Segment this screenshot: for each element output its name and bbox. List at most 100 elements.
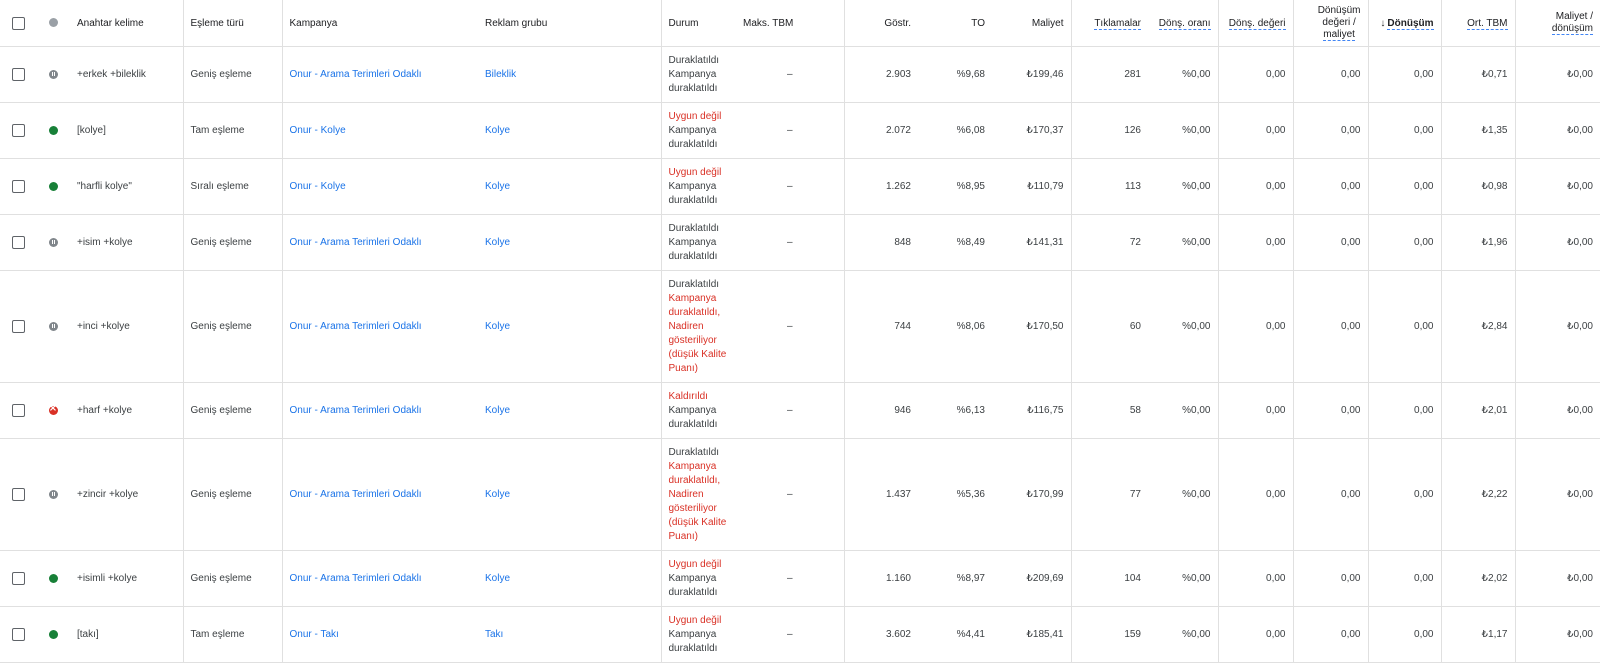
status-line: (düşük Kalite — [668, 516, 727, 528]
ctr-cell: %8,97 — [918, 550, 992, 607]
col-match-type[interactable]: Eşleme türü — [182, 0, 282, 47]
conversions-cell: 0,00 — [1367, 438, 1441, 551]
row-checkbox[interactable] — [0, 158, 36, 215]
row-checkbox[interactable] — [0, 46, 36, 103]
status-cell[interactable]: Duraklatıldı Kampanya duraklatıldı — [660, 46, 736, 103]
status-line: Kampanya — [668, 124, 717, 136]
conv-rate-cell: %0,00 — [1148, 214, 1218, 271]
col-campaign[interactable]: Kampanya — [281, 0, 478, 47]
keyword-cell[interactable]: +inci +kolye — [70, 270, 183, 383]
table-row[interactable]: +isim +kolye Geniş eşleme Onur - Arama Ter… — [0, 214, 1600, 271]
row-checkbox[interactable] — [0, 550, 36, 607]
impressions-cell: 744 — [843, 270, 918, 383]
col-avg-cpc[interactable]: Ort. TBM — [1440, 0, 1515, 47]
ad-group-link[interactable]: Kolye — [478, 158, 661, 215]
campaign-link[interactable]: Onur - Kolye — [281, 158, 478, 215]
row-checkbox[interactable] — [0, 270, 36, 383]
table-row[interactable]: +inci +kolye Geniş eşleme Onur - Arama Ter… — [0, 270, 1600, 383]
campaign-link[interactable]: Onur - Arama Terimleri Odaklı — [281, 382, 478, 439]
col-cost-per-conv[interactable]: Maliyet / dönüşüm — [1514, 0, 1600, 47]
col-conversions[interactable]: ↓ Dönüşüm — [1367, 0, 1441, 47]
status-cell[interactable]: Duraklatıldı Kampanya duraklatıldı, Nadiren… — [660, 438, 736, 551]
col-conv-value-cost[interactable]: Dönüşüm değeri / maliyet — [1292, 0, 1368, 47]
col-conv-rate[interactable]: Dönş. oranı — [1148, 0, 1218, 47]
max-cpc-cell[interactable]: – — [736, 270, 844, 383]
max-cpc-cell[interactable]: – — [736, 550, 844, 607]
campaign-link[interactable]: Onur - Arama Terimleri Odaklı — [281, 550, 478, 607]
campaign-link[interactable]: Onur - Arama Terimleri Odaklı — [281, 46, 478, 103]
campaign-link[interactable]: Onur - Arama Terimleri Odaklı — [281, 270, 478, 383]
keyword-cell[interactable]: [kolye] — [70, 102, 183, 159]
table-row[interactable]: [takı] Tam eşleme Onur - Takı Takı Uygun değ… — [0, 606, 1600, 663]
status-cell[interactable]: Uygun değil Kampanya duraklatıldı — [660, 102, 736, 159]
max-cpc-cell[interactable]: – — [736, 102, 844, 159]
col-clicks[interactable]: Tıklamalar — [1070, 0, 1148, 47]
keyword-cell[interactable]: +isimli +kolye — [70, 550, 183, 607]
row-checkbox[interactable] — [0, 102, 36, 159]
table-row[interactable]: +harf +kolyeGeniş eşlemeOnur - Arama Ter… — [0, 382, 1600, 439]
match-type-cell: Geniş eşleme — [182, 270, 282, 383]
ad-group-link[interactable]: Kolye — [478, 270, 661, 383]
campaign-link[interactable]: Onur - Takı — [281, 606, 478, 663]
col-keyword[interactable]: Anahtar kelime — [70, 0, 183, 47]
table-row[interactable]: +zincir +kolye Geniş eşleme Onur - Arama T… — [0, 438, 1600, 551]
campaign-link[interactable]: Onur - Kolye — [281, 102, 478, 159]
status-cell[interactable]: Uygun değil Kampanya duraklatıldı — [660, 158, 736, 215]
row-checkbox[interactable] — [0, 438, 36, 551]
table-row[interactable]: [kolye] Tam eşleme Onur - Kolye Kolye Uygun … — [0, 102, 1600, 159]
keyword-cell[interactable]: +isim +kolye — [70, 214, 183, 271]
cost-per-conv-cell: ₺0,00 — [1514, 46, 1600, 103]
col-ad-group[interactable]: Reklam grubu — [478, 0, 661, 47]
conv-value-cell: 0,00 — [1217, 550, 1293, 607]
campaign-link[interactable]: Onur - Arama Terimleri Odaklı — [281, 214, 478, 271]
max-cpc-cell[interactable]: – — [736, 438, 844, 551]
status-cell[interactable]: Kaldırıldı Kampanya duraklatıldı — [660, 382, 736, 439]
max-cpc-cell[interactable]: – — [736, 382, 844, 439]
status-cell[interactable]: Duraklatıldı Kampanya duraklatıldı, Nadiren… — [660, 270, 736, 383]
status-line: (düşük Kalite — [668, 348, 727, 360]
table-row[interactable]: +isimli +kolye Geniş eşleme Onur - Arama T… — [0, 550, 1600, 607]
max-cpc-cell[interactable]: – — [736, 214, 844, 271]
col-status[interactable]: Durum — [660, 0, 736, 47]
status-cell[interactable]: Uygun değil Kampanya duraklatıldı — [660, 606, 736, 663]
keyword-cell[interactable]: "harfli kolye" — [70, 158, 183, 215]
avg-cpc-cell: ₺2,02 — [1440, 550, 1515, 607]
status-cell[interactable]: Uygun değil Kampanya duraklatıldı — [660, 550, 736, 607]
row-checkbox[interactable] — [0, 606, 36, 663]
col-impressions[interactable]: Göstr. — [843, 0, 918, 47]
enabled-icon — [48, 629, 58, 639]
clicks-cell: 159 — [1070, 606, 1148, 663]
ad-group-link[interactable]: Kolye — [478, 438, 661, 551]
ad-group-link[interactable]: Kolye — [478, 382, 661, 439]
ad-group-link[interactable]: Bileklik — [478, 46, 661, 103]
ad-group-link[interactable]: Kolye — [478, 550, 661, 607]
ctr-cell: %6,08 — [918, 102, 992, 159]
cost-cell: ₺199,46 — [992, 46, 1071, 103]
ad-group-link[interactable]: Kolye — [478, 214, 661, 271]
avg-cpc-cell: ₺2,84 — [1440, 270, 1515, 383]
max-cpc-cell[interactable]: – — [736, 46, 844, 103]
row-checkbox[interactable] — [0, 214, 36, 271]
max-cpc-cell[interactable]: – — [736, 606, 844, 663]
ad-group-link[interactable]: Takı — [478, 606, 661, 663]
table-row[interactable]: "harfli kolye" Sıralı eşleme Onur - Kolye K… — [0, 158, 1600, 215]
keyword-cell[interactable]: [takı] — [70, 606, 183, 663]
col-conv-value[interactable]: Dönş. değeri — [1217, 0, 1293, 47]
ad-group-link[interactable]: Kolye — [478, 102, 661, 159]
keyword-cell[interactable]: +erkek +bileklik — [70, 46, 183, 103]
row-checkbox[interactable] — [0, 382, 36, 439]
col-cost[interactable]: Maliyet — [992, 0, 1071, 47]
select-all-checkbox[interactable] — [0, 0, 36, 47]
cost-cell: ₺170,50 — [992, 270, 1071, 383]
status-cell[interactable]: Duraklatıldı Kampanya duraklatıldı — [660, 214, 736, 271]
campaign-link[interactable]: Onur - Arama Terimleri Odaklı — [281, 438, 478, 551]
max-cpc-cell[interactable]: – — [736, 158, 844, 215]
table-row[interactable]: +erkek +bileklik Geniş eşleme Onur - Arama… — [0, 46, 1600, 103]
keyword-cell[interactable]: +harf +kolye — [70, 382, 183, 439]
match-type-cell: Geniş eşleme — [182, 382, 282, 439]
keyword-cell[interactable]: +zincir +kolye — [70, 438, 183, 551]
col-ctr[interactable]: TO — [918, 0, 992, 47]
conv-rate-cell: %0,00 — [1148, 46, 1218, 103]
col-max-cpc[interactable]: Maks. TBM — [736, 0, 844, 47]
status-line: Nadiren — [668, 488, 704, 500]
